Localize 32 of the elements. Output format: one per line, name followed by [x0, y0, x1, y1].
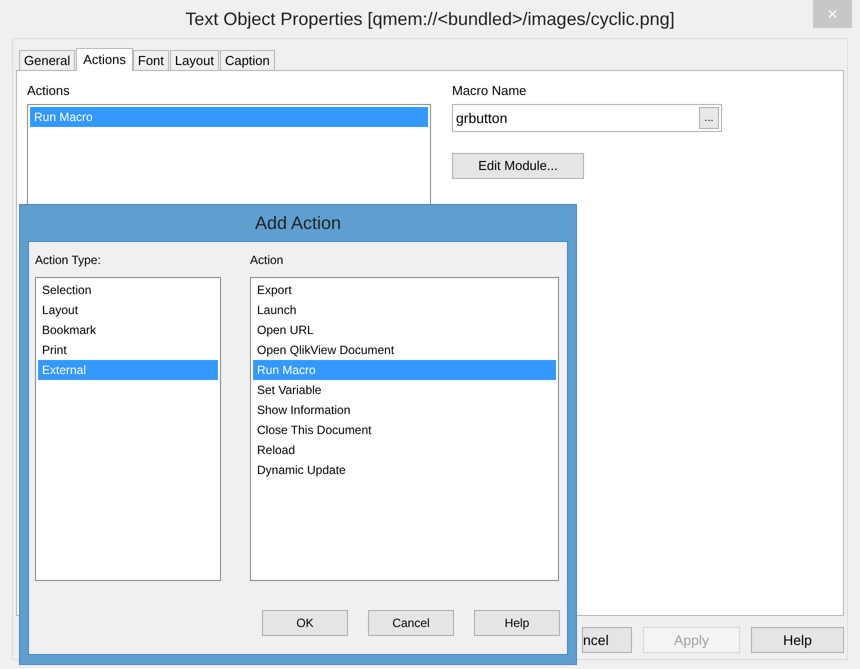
dialog-button[interactable]: Help	[474, 610, 560, 636]
tab[interactable]: Actions	[76, 48, 133, 71]
list-item[interactable]: Open QlikView Document	[253, 340, 556, 360]
tab[interactable]: General	[19, 50, 76, 70]
list-item[interactable]: Layout	[38, 300, 218, 320]
list-item[interactable]: Show Information	[253, 400, 556, 420]
action-type-label: Action Type:	[35, 252, 102, 269]
list-item[interactable]: Reload	[253, 440, 556, 460]
dialog-button[interactable]: Help	[751, 627, 844, 653]
dialog-button[interactable]: Cancel	[368, 610, 454, 636]
browse-button[interactable]: ...	[699, 107, 719, 129]
list-item[interactable]: Launch	[253, 300, 556, 320]
macro-name-field[interactable]: grbutton ...	[452, 104, 722, 132]
dialog-button[interactable]: ncel	[582, 627, 632, 653]
list-item[interactable]: Print	[38, 340, 218, 360]
dialog-button[interactable]: OK	[262, 610, 348, 636]
dialog-title: Add Action	[254, 212, 342, 234]
tab[interactable]: Font	[132, 50, 169, 70]
list-item[interactable]: Open URL	[253, 320, 556, 340]
tab[interactable]: Layout	[170, 50, 219, 70]
list-item[interactable]: Bookmark	[38, 320, 218, 340]
list-item[interactable]: Set Variable	[253, 380, 556, 400]
window-title: Text Object Properties [qmem://<bundled>/images/cyclic.png]	[185, 8, 675, 31]
macro-name-label: Macro Name	[452, 82, 528, 100]
list-item[interactable]: Export	[253, 280, 556, 300]
list-item[interactable]: Dynamic Update	[253, 460, 556, 480]
tab[interactable]: Caption	[220, 50, 275, 70]
list-item[interactable]: Close This Document	[253, 420, 556, 440]
edit-module-button[interactable]: Edit Module...	[452, 153, 584, 179]
actions-label: Actions	[27, 82, 71, 100]
action-label: Action	[250, 252, 284, 269]
list-item[interactable]: Selection	[38, 280, 218, 300]
